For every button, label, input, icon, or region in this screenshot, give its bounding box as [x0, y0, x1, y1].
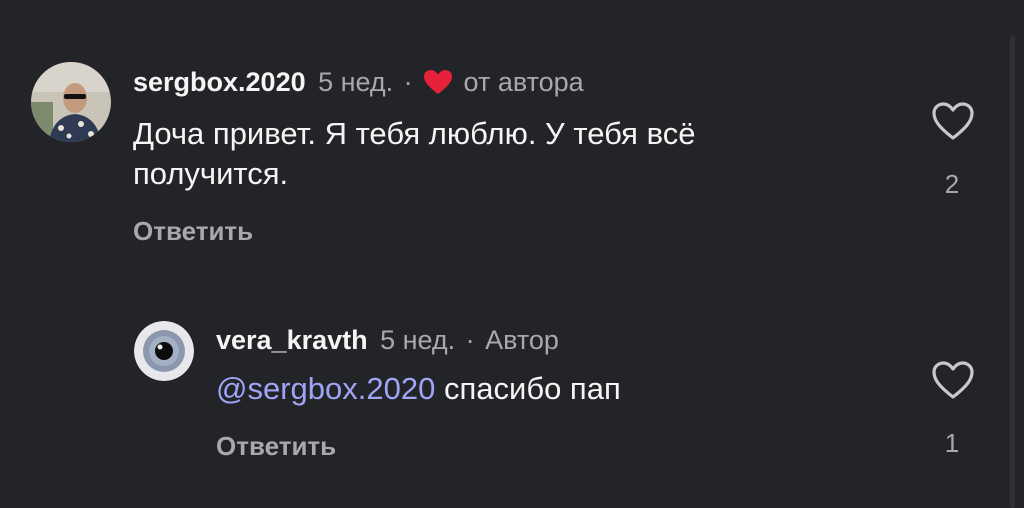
avatar-sergbox[interactable]: [31, 62, 111, 142]
liked-by-author-label: от автора: [463, 67, 584, 97]
timestamp: 5 нед.: [380, 325, 456, 355]
like-button[interactable]: [930, 359, 976, 401]
username[interactable]: sergbox.2020: [133, 67, 306, 97]
like-count: 1: [944, 428, 960, 458]
reply-meta: vera_kravth 5 нед. · Автор: [216, 327, 559, 354]
heart-icon: [423, 69, 453, 99]
like-count: 2: [944, 169, 960, 199]
scrollbar[interactable]: [1010, 36, 1015, 508]
like-button[interactable]: [930, 100, 976, 142]
reply-text: @sergbox.2020 спасибо пап: [216, 369, 906, 409]
comment-text: Доча привет. Я тебя люблю. У тебя всё по…: [133, 116, 696, 191]
comment-meta: sergbox.2020 5 нед. · от автора: [133, 69, 584, 99]
avatar-vera[interactable]: [134, 321, 194, 381]
reply-button[interactable]: Ответить: [216, 433, 336, 459]
reply-body: спасибо пап: [443, 371, 621, 406]
reply-button[interactable]: Ответить: [133, 218, 253, 244]
author-label: Автор: [485, 325, 559, 355]
heart-outline-icon: [932, 102, 974, 140]
mention-link[interactable]: @sergbox.2020: [216, 371, 435, 406]
username[interactable]: vera_kravth: [216, 325, 368, 355]
separator: ·: [465, 325, 475, 355]
timestamp: 5 нед.: [318, 67, 394, 97]
comments-screen: sergbox.2020 5 нед. · от автора Доча при…: [0, 0, 1024, 508]
heart-outline-icon: [932, 361, 974, 399]
separator: ·: [403, 67, 413, 97]
